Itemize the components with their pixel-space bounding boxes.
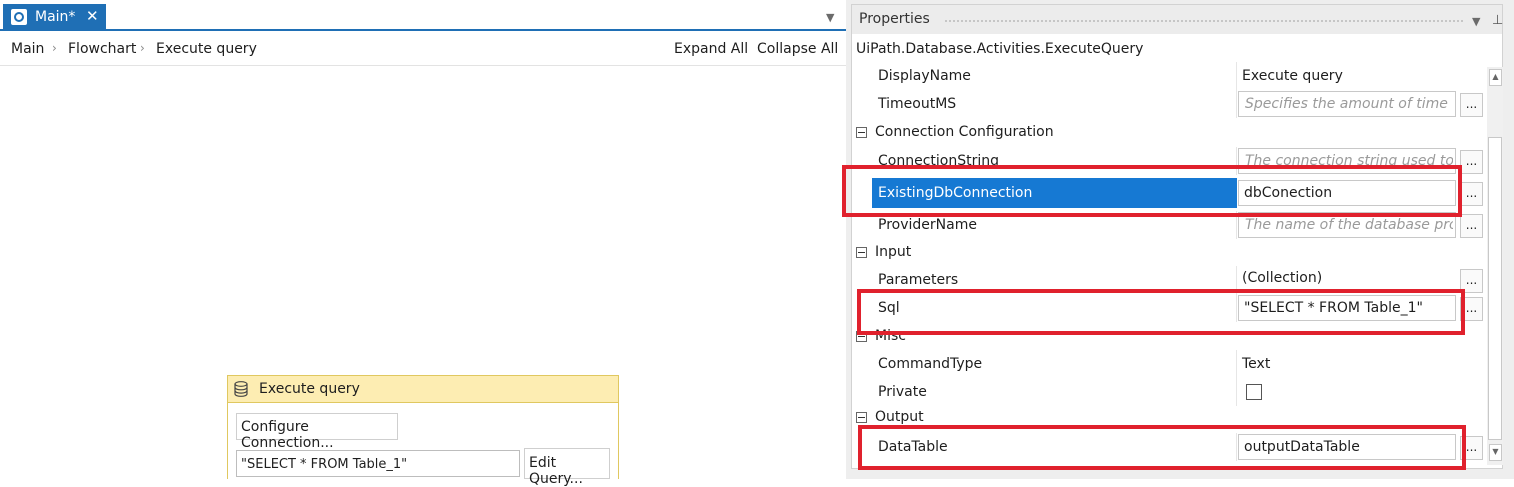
column-divider	[1236, 211, 1237, 239]
column-divider	[1236, 147, 1237, 175]
existing-db-connection-label: ExistingDbConnection	[878, 185, 1033, 201]
existing-db-connection-field[interactable]: dbConection	[1238, 180, 1458, 206]
provider-name-field[interactable]: The name of the database prov	[1238, 212, 1458, 238]
tab-main[interactable]: Main* ✕	[3, 4, 106, 31]
placeholder-text: The connection string used to e	[1245, 153, 1453, 169]
property-value: outputDataTable	[1244, 439, 1360, 455]
data-table-field[interactable]: outputDataTable	[1238, 434, 1458, 460]
property-row-command-type[interactable]: CommandType Text	[870, 350, 1484, 378]
column-divider	[1236, 90, 1237, 118]
collapse-icon[interactable]	[856, 127, 867, 138]
property-row-private[interactable]: Private	[870, 378, 1484, 406]
breadcrumb-item-execute-query[interactable]: Execute query	[156, 41, 257, 57]
chevron-down-icon[interactable]: ▼	[1472, 15, 1480, 28]
browse-button[interactable]: ...	[1460, 297, 1483, 321]
category-connection-configuration[interactable]: Connection Configuration	[854, 123, 1484, 147]
execute-query-activity[interactable]: Execute query Configure Connection... "S…	[227, 375, 619, 487]
column-divider	[1236, 62, 1237, 90]
tab-label: Main*	[35, 9, 76, 25]
category-output[interactable]: Output	[854, 408, 1484, 432]
browse-button[interactable]: ...	[1460, 269, 1483, 293]
browse-button[interactable]: ...	[1460, 150, 1483, 174]
scroll-down-icon[interactable]: ▼	[1489, 444, 1502, 461]
breadcrumb: Main › Flowchart › Execute query Expand …	[0, 31, 846, 66]
private-checkbox[interactable]	[1246, 384, 1262, 400]
display-name-value[interactable]: Execute query	[1238, 63, 1458, 89]
workflow-designer: Main* ✕ ▼ Main › Flowchart › Execute que…	[0, 0, 846, 487]
parameters-value[interactable]: (Collection)	[1238, 267, 1458, 293]
property-value: (Collection)	[1242, 270, 1323, 286]
property-name: Sql	[878, 300, 900, 316]
property-value: Execute query	[1242, 68, 1343, 84]
browse-button[interactable]: ...	[1460, 93, 1483, 117]
property-row-connection-string[interactable]: ConnectionString The connection string u…	[870, 147, 1484, 175]
breadcrumb-item-flowchart[interactable]: Flowchart	[68, 41, 136, 57]
document-tab-strip: Main* ✕ ▼	[0, 0, 846, 31]
timeout-ms-field[interactable]: Specifies the amount of time (i	[1238, 91, 1458, 117]
property-row-display-name[interactable]: DisplayName Execute query	[870, 62, 1484, 90]
property-row-parameters[interactable]: Parameters (Collection) ...	[870, 266, 1484, 294]
edit-query-button[interactable]: Edit Query...	[524, 448, 610, 487]
category-label: Connection Configuration	[875, 124, 1054, 140]
property-row-timeout-ms[interactable]: TimeoutMS Specifies the amount of time (…	[870, 90, 1484, 118]
drag-grip[interactable]	[944, 19, 1464, 23]
property-name: DataTable	[878, 439, 948, 455]
category-label: Misc	[875, 328, 906, 344]
property-name: Private	[878, 384, 927, 400]
activity-title: Execute query	[259, 381, 360, 397]
close-icon[interactable]: ✕	[86, 7, 99, 25]
private-value[interactable]	[1238, 379, 1458, 405]
column-divider	[1236, 350, 1237, 378]
chevron-right-icon: ›	[52, 41, 57, 55]
connection-string-field[interactable]: The connection string used to e	[1238, 148, 1458, 174]
sql-query-input[interactable]: "SELECT * FROM Table_1"	[236, 450, 520, 477]
database-icon	[234, 381, 248, 397]
collapse-icon[interactable]	[856, 331, 867, 342]
pin-icon[interactable]: ⊥	[1492, 13, 1503, 28]
category-input[interactable]: Input	[854, 243, 1484, 267]
activity-type-label: UiPath.Database.Activities.ExecuteQuery	[856, 41, 1144, 57]
browse-button[interactable]: ...	[1460, 436, 1483, 460]
category-label: Input	[875, 244, 912, 260]
chevron-right-icon: ›	[140, 41, 145, 55]
collapse-icon[interactable]	[856, 412, 867, 423]
sql-field[interactable]: "SELECT * FROM Table_1"	[1238, 295, 1458, 321]
scrollbar-thumb[interactable]	[1488, 137, 1502, 440]
configure-connection-button[interactable]: Configure Connection...	[236, 413, 398, 451]
column-divider	[1236, 378, 1237, 406]
column-divider	[1236, 294, 1237, 322]
collapse-icon[interactable]	[856, 247, 867, 258]
category-label: Output	[875, 409, 924, 425]
command-type-select[interactable]: Text	[1238, 351, 1458, 377]
property-name: Parameters	[878, 272, 959, 288]
property-row-sql[interactable]: Sql "SELECT * FROM Table_1" ...	[870, 294, 1484, 322]
property-name: CommandType	[878, 356, 983, 372]
property-value: "SELECT * FROM Table_1"	[1244, 300, 1423, 316]
expand-all-button[interactable]: Expand All	[674, 41, 748, 57]
property-name: ProviderName	[878, 217, 977, 233]
column-divider	[1236, 266, 1237, 294]
breadcrumb-item-main[interactable]: Main	[11, 41, 44, 57]
workflow-icon	[11, 9, 27, 25]
property-value: Text	[1242, 356, 1271, 372]
panel-title: Properties	[859, 11, 930, 27]
properties-header: Properties ▼ ⊥	[852, 5, 1503, 34]
property-row-provider-name[interactable]: ProviderName The name of the database pr…	[870, 211, 1484, 239]
browse-button[interactable]: ...	[1460, 214, 1483, 238]
category-misc[interactable]: Misc	[854, 327, 1484, 351]
property-name: TimeoutMS	[878, 96, 957, 112]
collapse-all-button[interactable]: Collapse All	[757, 41, 838, 57]
property-value: dbConection	[1244, 185, 1333, 201]
property-name: ConnectionString	[878, 153, 999, 169]
column-divider	[1236, 433, 1237, 461]
placeholder-text: Specifies the amount of time (i	[1245, 96, 1453, 112]
property-name: DisplayName	[878, 68, 971, 84]
properties-panel: Properties ▼ ⊥ UiPath.Database.Activitie…	[846, 0, 1514, 479]
scroll-up-icon[interactable]: ▲	[1489, 69, 1502, 86]
chevron-down-icon[interactable]: ▼	[826, 11, 834, 24]
placeholder-text: The name of the database prov	[1245, 217, 1453, 233]
browse-button[interactable]: ...	[1460, 182, 1483, 206]
activity-header[interactable]: Execute query	[228, 376, 618, 403]
property-row-data-table[interactable]: DataTable outputDataTable ...	[870, 433, 1484, 461]
